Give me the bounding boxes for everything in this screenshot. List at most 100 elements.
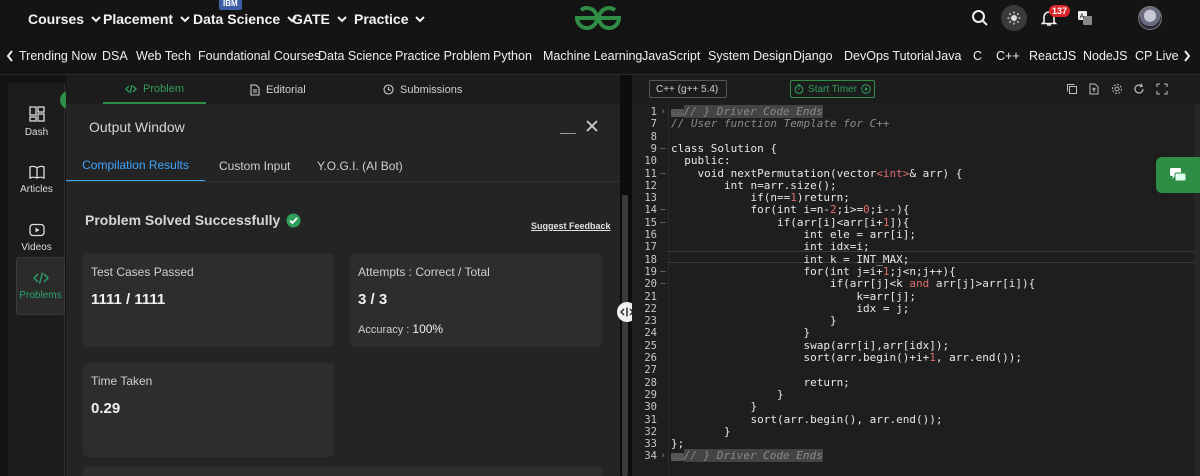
subnav-foundational[interactable]: Foundational Courses <box>198 37 320 75</box>
suggest-feedback-link[interactable]: Suggest Feedback <box>531 221 611 231</box>
code-token: 1 <box>882 215 890 229</box>
translate-icon[interactable]: A <box>1073 6 1097 30</box>
tab-custom-input[interactable]: Custom Input <box>219 150 290 182</box>
chevron-right-icon[interactable] <box>1183 37 1191 75</box>
code-text: ...// } Driver Code Ends <box>671 449 823 463</box>
subnav-c[interactable]: C <box>973 37 982 75</box>
fold-marker[interactable]: – <box>659 143 667 155</box>
reset-icon[interactable] <box>1133 83 1145 95</box>
start-timer-button[interactable]: Start Timer <box>790 80 875 98</box>
sidebar-item-dash[interactable]: Dash <box>8 93 65 151</box>
subnav-javascript[interactable]: JavaScript <box>642 37 700 75</box>
code-token: 1 <box>929 351 936 364</box>
code-area[interactable]: 1 › ...// } Driver Code Ends 7// User funct… <box>632 104 1200 476</box>
line-number: 27 <box>644 364 657 377</box>
chat-button[interactable] <box>1156 157 1200 193</box>
chevron-left-icon[interactable] <box>6 37 14 75</box>
subnav-nodejs[interactable]: NodeJS <box>1083 37 1127 75</box>
avatar[interactable] <box>1138 6 1162 30</box>
close-icon[interactable] <box>585 119 599 133</box>
notification-badge: 137 <box>1049 5 1071 17</box>
fold-marker[interactable]: › <box>659 450 667 462</box>
fold-marker[interactable]: – <box>659 278 667 290</box>
code-token: }; <box>671 437 685 451</box>
start-timer-label: Start Timer <box>808 83 857 95</box>
code-token: for(int i=n- <box>671 203 830 217</box>
subnav-cplive[interactable]: CP Live <box>1135 37 1179 75</box>
subnav-dsa[interactable]: DSA <box>102 37 128 75</box>
nav-data-science[interactable]: IBM Data Science <box>193 0 297 37</box>
subnav-cpp[interactable]: C++ <box>996 37 1020 75</box>
code-line[interactable]: 7 // User function Template for C++ <box>632 118 1200 131</box>
code-icon <box>125 84 137 93</box>
code-token: return; <box>671 375 850 389</box>
nav-courses-label: Courses <box>28 10 85 27</box>
subnav-django[interactable]: Django <box>793 37 833 75</box>
subnav-trending[interactable]: Trending Now <box>19 37 96 75</box>
code-line[interactable]: 32 } <box>632 424 1200 438</box>
code-token: // } Driver Code Ends <box>683 105 823 118</box>
attempts-card: Attempts : Correct / Total 3 / 3 Accurac… <box>350 254 602 347</box>
settings-icon[interactable] <box>1111 83 1123 95</box>
subnav-webtech[interactable]: Web Tech <box>136 37 191 75</box>
clock-icon <box>383 84 394 95</box>
line-number: 1 <box>650 106 657 118</box>
fold-marker[interactable]: – <box>659 168 667 180</box>
sidebar-item-problems[interactable]: Problems <box>16 257 65 315</box>
subnav-java[interactable]: Java <box>935 37 961 75</box>
copy-icon[interactable] <box>1066 83 1078 95</box>
code-line[interactable]: 26 sort(arr.begin()+i+1, arr.end()); <box>632 351 1200 364</box>
subnav-datascience[interactable]: Data Science <box>318 37 392 75</box>
output-window: Output Window __ Compilation Results Cus… <box>66 104 620 476</box>
line-number: 7 <box>650 118 657 131</box>
code-token: 0 <box>863 203 870 217</box>
subnav-practice-problem[interactable]: Practice Problem <box>395 37 490 75</box>
line-number: 12 <box>644 179 657 192</box>
accuracy-value: 100% <box>412 322 444 336</box>
line-number: 22 <box>644 302 657 315</box>
code-token: int ele = arr[i]; <box>671 228 917 241</box>
theme-toggle-icon[interactable] <box>1001 5 1027 31</box>
minimize-button[interactable]: __ <box>560 118 576 134</box>
nav-gate[interactable]: GATE <box>292 0 347 37</box>
subnav-ml[interactable]: Machine Learning <box>543 37 642 75</box>
fold-marker[interactable]: › <box>659 106 667 118</box>
code-token: } <box>671 424 731 438</box>
sidebar-label-videos: Videos <box>21 242 52 253</box>
nav-practice[interactable]: Practice <box>354 0 426 37</box>
tab-problem[interactable]: Problem <box>103 75 206 104</box>
fullscreen-icon[interactable] <box>1156 83 1168 95</box>
problem-tabs: Problem Editorial Submissions <box>66 75 620 104</box>
output-tabs: Compilation Results Custom Input Y.O.G.I… <box>66 150 620 182</box>
gfg-logo[interactable] <box>573 2 623 34</box>
tab-submissions[interactable]: Submissions <box>383 75 462 104</box>
line-number: 18 <box>644 253 657 266</box>
tab-editorial[interactable]: Editorial <box>250 75 306 104</box>
sidebar-item-articles[interactable]: Articles <box>8 151 65 209</box>
fold-marker[interactable]: – <box>659 266 667 278</box>
subnav-python[interactable]: Python <box>493 37 532 75</box>
code-line[interactable]: 34 › ...// } Driver Code Ends <box>632 449 1200 463</box>
language-select[interactable]: C++ (g++ 5.4) <box>649 80 727 98</box>
subnav-devops[interactable]: DevOps Tutorial <box>844 37 934 75</box>
subnav-reactjs[interactable]: ReactJS <box>1029 37 1076 75</box>
nav-courses[interactable]: Courses <box>28 0 101 37</box>
code-token: 1 <box>882 264 890 278</box>
subnav-system-design[interactable]: System Design <box>708 37 792 75</box>
nav-placement[interactable]: Placement <box>103 0 190 37</box>
fold-marker[interactable]: – <box>659 217 667 229</box>
code-token: arr[j]>arr[i]){ <box>929 277 1036 291</box>
line-number: 24 <box>644 327 657 340</box>
code-token: class Solution { <box>671 141 777 155</box>
tab-yogi-ai-bot[interactable]: Y.O.G.I. (AI Bot) <box>317 150 403 182</box>
search-icon[interactable] <box>968 6 992 30</box>
sidebar-label-problems: Problems <box>19 290 62 301</box>
fold-marker[interactable]: – <box>659 204 667 216</box>
nav-placement-label: Placement <box>103 10 174 27</box>
output-scrollbar[interactable] <box>622 195 628 476</box>
code-token: sort(arr.begin(), arr.end()); <box>671 412 943 426</box>
tab-compilation-results[interactable]: Compilation Results <box>66 150 205 182</box>
code-token: } <box>671 400 758 414</box>
code-token: int k = INT_MAX; <box>671 252 910 266</box>
upload-file-icon[interactable] <box>1088 83 1100 95</box>
